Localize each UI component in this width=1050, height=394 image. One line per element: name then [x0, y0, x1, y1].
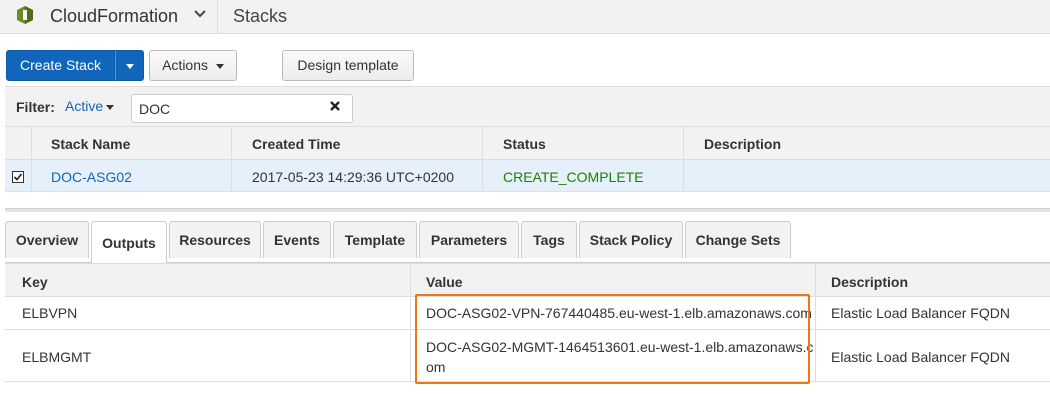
actions-label: Actions: [162, 57, 209, 73]
design-template-button[interactable]: Design template: [282, 50, 414, 81]
output-description: Elastic Load Balancer FQDN: [831, 349, 1010, 365]
column-divider: [815, 297, 816, 329]
tab-stack-policy[interactable]: Stack Policy: [579, 221, 683, 258]
output-key: ELBMGMT: [22, 349, 92, 365]
create-stack-button[interactable]: Create Stack: [6, 50, 115, 81]
created-time: 2017-05-23 14:29:36 UTC+0200: [252, 169, 454, 185]
stacks-table: Stack Name Created Time Status Descripti…: [5, 127, 1050, 192]
table-row: ELBVPN DOC-ASG02-VPN-767440485.eu-west-1…: [5, 297, 1050, 330]
column-header-created-time[interactable]: Created Time: [252, 136, 340, 152]
cloudformation-icon: [17, 6, 33, 24]
column-header-description[interactable]: Description: [704, 136, 781, 152]
checked-checkbox-icon[interactable]: [12, 171, 24, 183]
tab-resources[interactable]: Resources: [169, 221, 261, 258]
table-row[interactable]: DOC-ASG02 2017-05-23 14:29:36 UTC+0200 C…: [5, 160, 1050, 192]
status-badge: CREATE_COMPLETE: [503, 169, 644, 185]
stack-name-link[interactable]: DOC-ASG02: [51, 169, 132, 185]
actions-button[interactable]: Actions: [149, 50, 237, 81]
filter-input[interactable]: [131, 94, 353, 123]
column-divider: [482, 127, 483, 159]
column-divider: [231, 127, 232, 159]
tab-events[interactable]: Events: [263, 221, 331, 258]
column-divider: [683, 160, 684, 191]
filter-label: Filter:: [16, 99, 55, 115]
caret-down-icon: [215, 63, 224, 69]
status-filter-label: Active: [65, 98, 104, 114]
column-divider: [31, 127, 32, 159]
column-divider: [410, 297, 411, 329]
output-value: DOC-ASG02-VPN-767440485.eu-west-1.elb.am…: [426, 305, 812, 321]
column-header-description: Description: [831, 274, 909, 290]
column-divider: [31, 160, 32, 191]
create-stack-dropdown-button[interactable]: [115, 50, 144, 81]
top-navigation-bar: CloudFormation Stacks: [0, 0, 1050, 34]
column-header-value: Value: [426, 274, 463, 290]
tab-overview[interactable]: Overview: [5, 221, 89, 258]
column-divider: [410, 330, 411, 381]
stacks-table-header: Stack Name Created Time Status Descripti…: [5, 127, 1050, 160]
tab-change-sets[interactable]: Change Sets: [685, 221, 791, 258]
clear-filter-icon[interactable]: [329, 100, 341, 112]
output-value-line1: DOC-ASG02-MGMT-1464513601.eu-west-1.elb.…: [426, 339, 814, 355]
table-row: ELBMGMT DOC-ASG02-MGMT-1464513601.eu-wes…: [5, 330, 1050, 382]
column-divider: [482, 160, 483, 191]
column-divider: [410, 264, 411, 296]
caret-down-icon: [125, 63, 134, 69]
tab-tags[interactable]: Tags: [521, 221, 577, 258]
filter-bar: Filter: Active: [5, 86, 1050, 127]
service-menu[interactable]: CloudFormation: [50, 6, 178, 27]
column-header-key: Key: [22, 274, 48, 290]
page-title: Stacks: [233, 6, 288, 26]
chevron-down-icon[interactable]: [193, 7, 207, 21]
outputs-table: Key Value Description ELBVPN DOC-ASG02-V…: [5, 263, 1050, 382]
column-divider: [683, 127, 684, 159]
detail-tabs: Overview Outputs Resources Events Templa…: [5, 221, 1050, 264]
tab-outputs[interactable]: Outputs: [91, 221, 167, 264]
column-header-stack-name[interactable]: Stack Name: [51, 136, 130, 152]
caret-down-icon: [106, 104, 115, 110]
column-divider: [231, 160, 232, 191]
outputs-table-header: Key Value Description: [5, 263, 1050, 297]
nav-divider: [217, 0, 218, 34]
output-value-line2: om: [426, 359, 446, 375]
column-header-status[interactable]: Status: [503, 136, 546, 152]
tab-parameters[interactable]: Parameters: [419, 221, 519, 258]
column-divider: [815, 264, 816, 296]
status-filter-dropdown[interactable]: Active: [65, 98, 115, 114]
output-description: Elastic Load Balancer FQDN: [831, 305, 1010, 321]
resize-divider[interactable]: [5, 208, 1050, 212]
column-divider: [815, 330, 816, 381]
tab-template[interactable]: Template: [333, 221, 417, 258]
output-key: ELBVPN: [22, 305, 78, 321]
